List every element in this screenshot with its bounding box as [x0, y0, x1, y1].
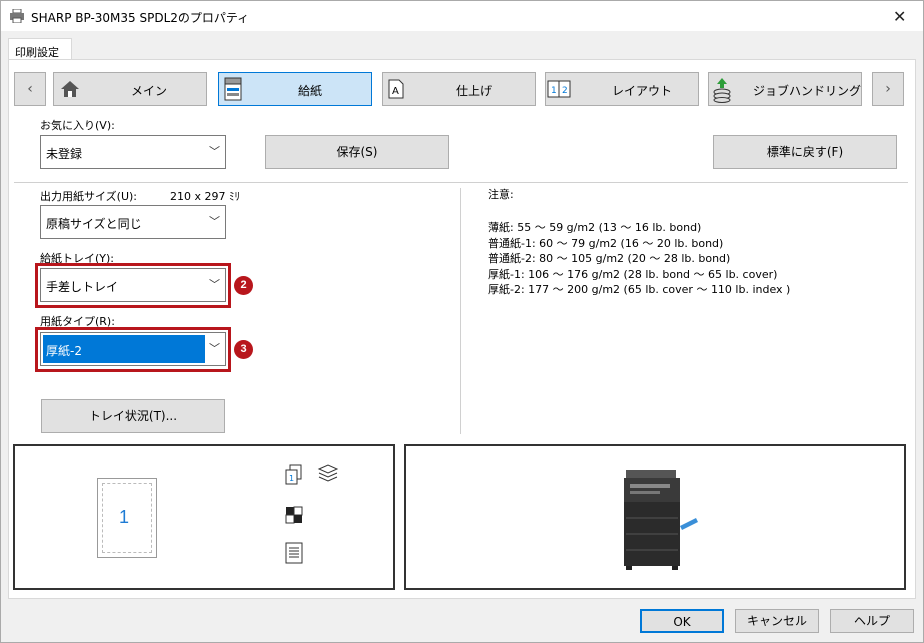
svg-text:2: 2 [562, 86, 568, 96]
notes-title: 注意: [488, 188, 514, 201]
favorites-value: 未登録 [46, 147, 83, 161]
paper-size-value: 原稿サイズと同じ [46, 217, 142, 231]
svg-text:1: 1 [289, 474, 294, 483]
step-badge-2: 2 [234, 276, 253, 295]
finishing-a-icon: A [388, 79, 404, 99]
nav-main-button[interactable]: メイン [53, 72, 207, 106]
print-preview-pane: 1 1 [13, 444, 395, 590]
nav-job-handling-label: ジョブハンドリング [753, 84, 862, 98]
paper-tray-value: 手差しトレイ [46, 280, 119, 294]
title-bar: SHARP BP-30M35 SPDL2のプロパティ ✕ [0, 0, 924, 31]
nav-main-label: メイン [131, 84, 168, 98]
nav-finishing-button[interactable]: A 仕上げ [382, 72, 536, 106]
paper-tray-select[interactable]: 手差しトレイ ﹀ [40, 268, 226, 302]
layout-12-icon: 1 2 [547, 80, 571, 98]
favorites-label: お気に入り(V): [40, 119, 115, 132]
paper-size-select[interactable]: 原稿サイズと同じ ﹀ [40, 205, 226, 239]
cancel-button[interactable]: キャンセル [735, 609, 819, 633]
note-line: 普通紙-2: 80 ～ 105 g/m2 (20 ～ 28 lb. bond) [488, 252, 731, 265]
tray-status-button[interactable]: トレイ状況(T)... [41, 399, 225, 433]
close-icon[interactable]: ✕ [893, 7, 906, 26]
nav-prev-button[interactable]: ‹ [14, 72, 46, 106]
tab-print-settings[interactable]: 印刷設定 [8, 38, 72, 60]
window-title: SHARP BP-30M35 SPDL2のプロパティ [31, 11, 250, 25]
paper-type-select[interactable]: 厚紙-2 ﹀ [40, 332, 226, 366]
vertical-separator [460, 188, 461, 434]
paper-size-label: 出力用紙サイズ(U): [40, 190, 138, 203]
svg-text:A: A [392, 86, 399, 97]
separator [14, 182, 908, 183]
chevron-down-icon: ﹀ [209, 278, 220, 291]
printer-app-icon [10, 9, 24, 23]
chevron-down-icon: ﹀ [209, 215, 220, 228]
paper-type-value: 厚紙-2 [46, 344, 82, 358]
svg-text:1: 1 [551, 86, 557, 96]
favorites-select[interactable]: 未登録 ﹀ [40, 135, 226, 169]
chevron-down-icon: ﹀ [209, 145, 220, 158]
chevron-down-icon: ﹀ [209, 342, 220, 355]
printer-machine-icon [624, 470, 698, 570]
nav-layout-label: レイアウト [612, 84, 673, 98]
collate-icon: 1 [285, 464, 302, 485]
note-line: 薄紙: 55 ～ 59 g/m2 (13 ～ 16 lb. bond) [488, 221, 702, 234]
home-icon [61, 81, 79, 97]
color-mode-icon [285, 506, 303, 524]
reset-default-button[interactable]: 標準に戻す(F) [713, 135, 897, 169]
save-button[interactable]: 保存(S) [265, 135, 449, 169]
note-line: 厚紙-1: 106 ～ 176 g/m2 (28 lb. bond ～ 65 l… [488, 267, 778, 281]
document-icon [285, 542, 303, 564]
paper-size-dims: 210 x 297 ﾐﾘ [170, 190, 240, 203]
note-line: 厚紙-2: 177 ～ 200 g/m2 (65 lb. cover ～ 110… [488, 283, 791, 296]
note-line: 普通紙-1: 60 ～ 79 g/m2 (16 ～ 20 lb. bond) [488, 236, 724, 250]
nav-paper-source-button[interactable]: 給紙 [218, 72, 372, 106]
stack-icon [317, 464, 339, 482]
nav-paper-source-label: 給紙 [298, 84, 323, 98]
help-button[interactable]: ヘルプ [830, 609, 914, 633]
page-number: 1 [119, 507, 130, 527]
nav-finishing-label: 仕上げ [456, 84, 493, 98]
nav-next-button[interactable]: › [872, 72, 904, 106]
job-handling-icon [713, 78, 731, 103]
ok-button[interactable]: OK [640, 609, 724, 633]
printer-preview-pane [404, 444, 906, 590]
printer-tray-icon [224, 77, 242, 101]
nav-layout-button[interactable]: 1 2 レイアウト [545, 72, 699, 106]
nav-job-handling-button[interactable]: ジョブハンドリング [708, 72, 862, 106]
page-preview: 1 [97, 478, 157, 558]
step-badge-3: 3 [234, 340, 253, 359]
